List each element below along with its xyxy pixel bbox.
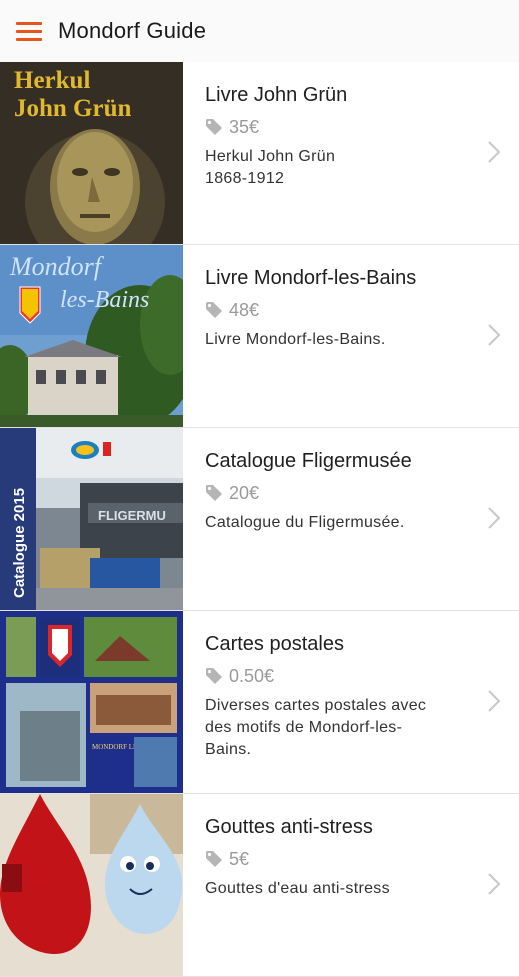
item-price: 48€ — [205, 299, 475, 321]
item-title: Livre Mondorf-les-Bains — [205, 267, 417, 289]
chevron-right-icon — [488, 141, 501, 163]
price-tag-icon — [206, 302, 222, 318]
item-title: Catalogue Fligermusée — [205, 450, 412, 472]
product-image-john-grun: Herkul John Grün — [0, 62, 183, 244]
item-price: 35€ — [205, 116, 475, 138]
price-tag-icon — [206, 119, 222, 135]
chevron-right-icon — [488, 873, 501, 895]
list-item[interactable]: Mondorf les-Bains Livre Mondorf-les-Bain… — [0, 245, 519, 428]
item-title: Cartes postales — [205, 633, 344, 655]
item-description: Catalogue du Fligermusée. — [205, 514, 405, 531]
product-image-drops — [0, 794, 183, 976]
product-image-catalogue: Catalogue 2015 FLIGERMU — [0, 428, 183, 610]
thumb-text: les-Bains — [60, 287, 149, 313]
item-title: Gouttes anti-stress — [205, 816, 373, 838]
price-tag-icon — [206, 851, 222, 867]
thumb-text: FLIGERMU — [98, 508, 166, 523]
price-tag-icon — [206, 485, 222, 501]
chevron-right-icon — [488, 690, 501, 712]
item-description: Diverses cartes postales avec des motifs… — [205, 697, 427, 758]
item-price: 5€ — [205, 848, 475, 870]
item-description: Livre Mondorf-les-Bains. — [205, 331, 386, 348]
item-price: 0.50€ — [205, 665, 475, 687]
product-image-mondorf-les-bains: Mondorf les-Bains — [0, 245, 183, 427]
item-description: Herkul John Grün 1868-1912 — [205, 148, 336, 187]
list-item[interactable]: MONDORF LES BAINS Cartes postales 0.50€ … — [0, 611, 519, 794]
price-tag-icon — [206, 668, 222, 684]
list-item[interactable]: Gouttes anti-stress 5€ Gouttes d'eau ant… — [0, 794, 519, 977]
app-title: Mondorf Guide — [58, 18, 207, 43]
item-description: Gouttes d'eau anti-stress — [205, 880, 390, 897]
thumb-text: Catalogue 2015 — [11, 488, 28, 598]
list-item[interactable]: Herkul John Grün Livre John Grün 35€ Her… — [0, 62, 519, 245]
item-price: 20€ — [205, 482, 475, 504]
item-title: Livre John Grün — [205, 84, 348, 106]
product-image-postcards: MONDORF LES BAINS — [0, 611, 183, 793]
chevron-right-icon — [488, 507, 501, 529]
thumb-text: Mondorf — [9, 252, 105, 281]
chevron-right-icon — [488, 324, 501, 346]
thumb-text: Herkul — [14, 67, 90, 94]
hamburger-menu-icon[interactable] — [16, 21, 42, 41]
thumb-text: John Grün — [14, 95, 132, 122]
list-item[interactable]: Catalogue 2015 FLIGERMU Catalogue Fliger… — [0, 428, 519, 611]
product-list: Herkul John Grün Livre John Grün 35€ Her… — [0, 62, 519, 977]
app-bar: Mondorf Guide — [0, 0, 519, 62]
